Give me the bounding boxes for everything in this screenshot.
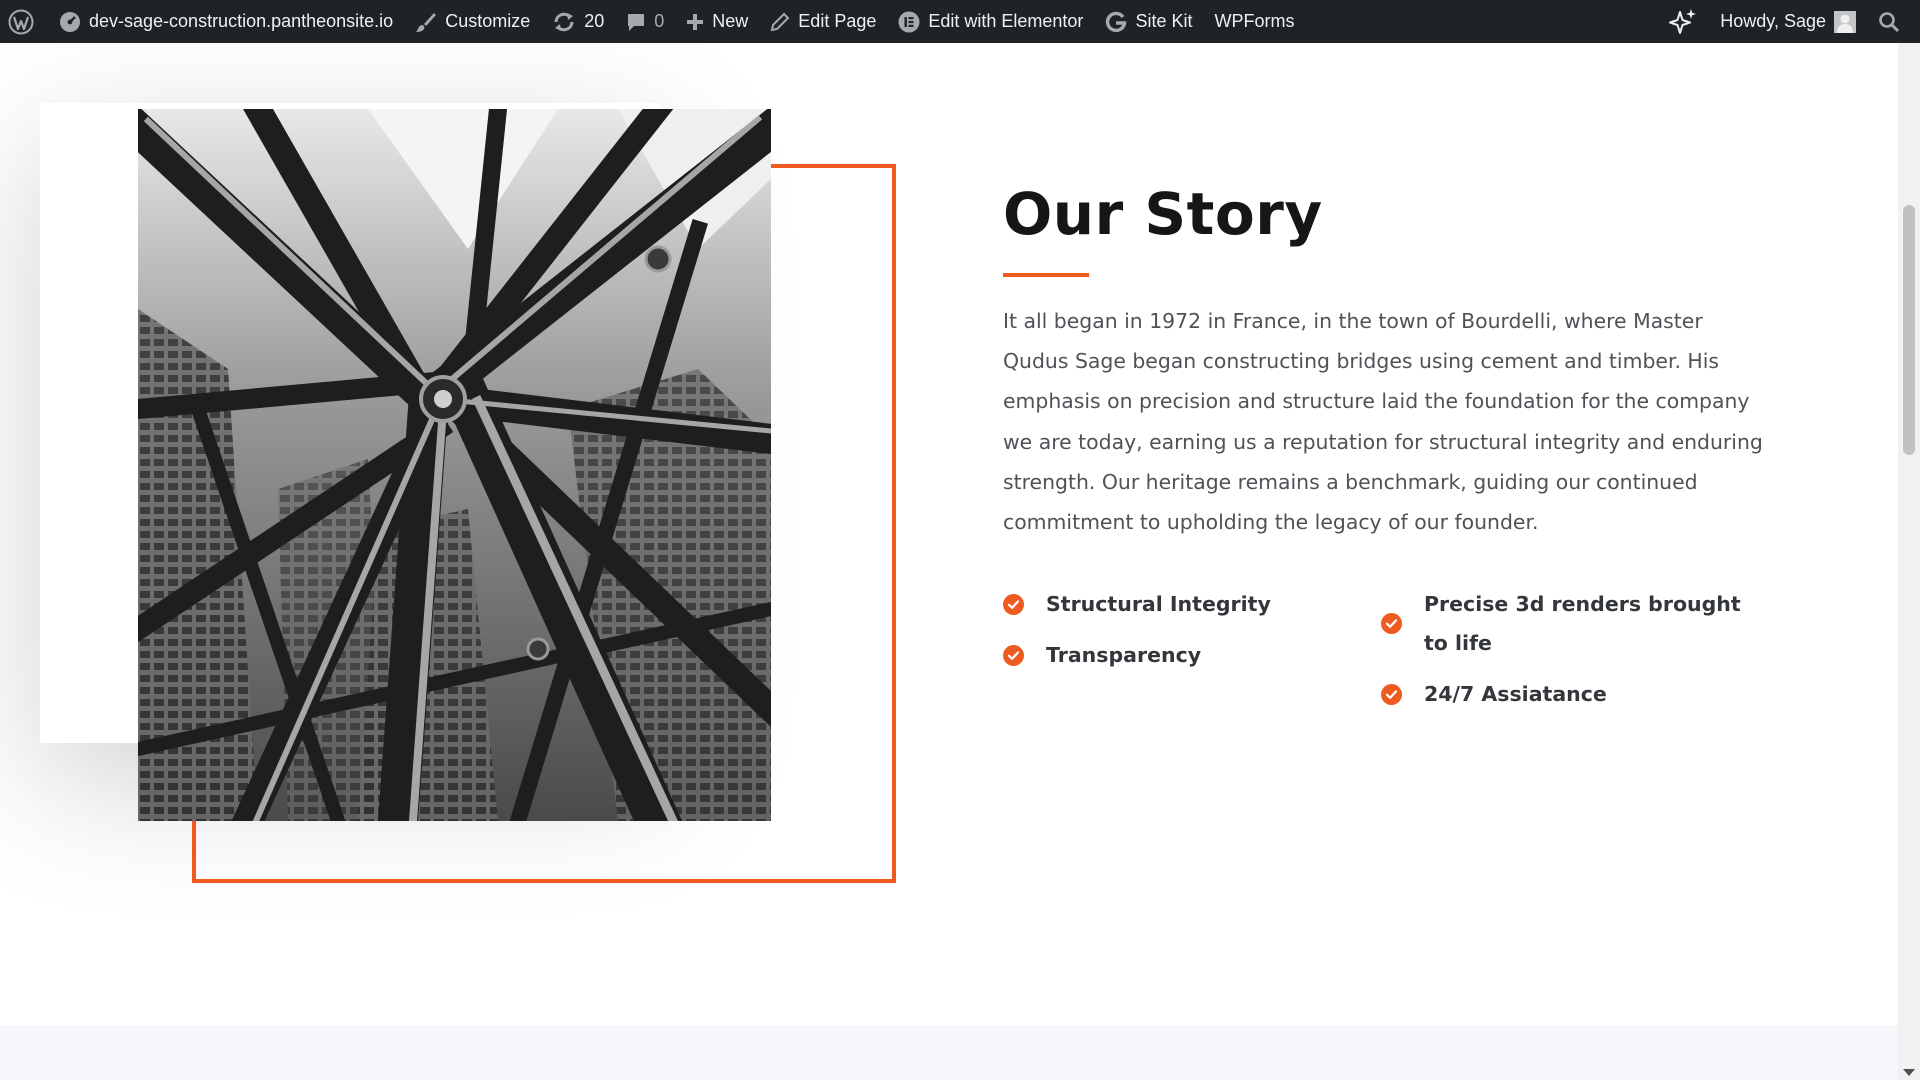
feature-label: Transparency — [1046, 642, 1202, 667]
updates-count: 20 — [584, 11, 605, 31]
site-name-menu[interactable]: dev-sage-construction.pantheonsite.io — [48, 0, 404, 43]
wpforms-label: WPForms — [1214, 11, 1295, 31]
admin-bar-right: Howdy, Sage — [1657, 0, 1920, 43]
next-section-band — [0, 1025, 1898, 1080]
feature-item: Structural Integrity — [1003, 585, 1381, 624]
check-circle-icon — [1381, 683, 1402, 705]
comment-icon — [626, 12, 646, 32]
site-kit-link[interactable]: Site Kit — [1094, 0, 1203, 43]
comments-link[interactable]: 0 — [615, 0, 675, 43]
updates-link[interactable]: 20 — [541, 0, 615, 43]
search-icon — [1878, 11, 1900, 33]
admin-bar: dev-sage-construction.pantheonsite.io Cu… — [0, 0, 1920, 43]
page-content: Our Story It all began in 1972 in France… — [0, 43, 1898, 1080]
site-name: dev-sage-construction.pantheonsite.io — [89, 11, 394, 31]
scroll-down-arrow-icon[interactable] — [1903, 1069, 1915, 1076]
feature-label: Precise 3d renders brought to life — [1424, 591, 1741, 655]
new-label: New — [712, 11, 749, 31]
our-story-section: Our Story It all began in 1972 in France… — [1003, 180, 1763, 726]
wpforms-link[interactable]: WPForms — [1203, 0, 1305, 43]
feature-column-right: Precise 3d renders brought to life 24/7 … — [1381, 585, 1759, 726]
customize-label: Customize — [445, 11, 531, 31]
page-scrollbar[interactable] — [1898, 43, 1920, 1080]
updates-icon — [552, 11, 576, 33]
section-title: Our Story — [1003, 180, 1323, 248]
feature-item: Precise 3d renders brought to life — [1381, 585, 1759, 663]
admin-bar-left: dev-sage-construction.pantheonsite.io Cu… — [0, 0, 1305, 43]
check-circle-icon — [1003, 644, 1024, 666]
howdy-label: Howdy, Sage — [1720, 11, 1826, 31]
check-circle-icon — [1381, 613, 1402, 635]
google-g-icon — [1105, 11, 1127, 33]
dashboard-icon — [59, 11, 81, 33]
plus-icon — [686, 13, 704, 31]
feature-column-left: Structural Integrity Transparency — [1003, 585, 1381, 726]
elementor-icon — [898, 11, 920, 33]
site-kit-label: Site Kit — [1135, 11, 1193, 31]
admin-search-button[interactable] — [1867, 0, 1920, 43]
my-account-menu[interactable]: Howdy, Sage — [1709, 0, 1867, 43]
story-paragraph: It all began in 1972 in France, in the t… — [1003, 308, 1763, 535]
paintbrush-icon — [415, 11, 437, 33]
steel-structure-photo — [138, 109, 771, 821]
pencil-icon — [770, 12, 790, 32]
new-content-menu[interactable]: New — [675, 0, 759, 43]
check-circle-icon — [1003, 593, 1024, 615]
feature-label: 24/7 Assiatance — [1424, 681, 1607, 706]
edit-with-elementor-label: Edit with Elementor — [928, 11, 1084, 31]
edit-page-link[interactable]: Edit Page — [759, 0, 887, 43]
feature-label: Structural Integrity — [1046, 591, 1271, 616]
feature-item: 24/7 Assiatance — [1381, 675, 1759, 714]
sparkle-icon — [1668, 7, 1698, 37]
steel-structure-illustration — [138, 109, 771, 821]
edit-with-elementor-link[interactable]: Edit with Elementor — [887, 0, 1094, 43]
wordpress-logo-menu[interactable] — [0, 0, 48, 43]
comments-count: 0 — [654, 11, 665, 31]
customize-link[interactable]: Customize — [404, 0, 541, 43]
edit-page-label: Edit Page — [798, 11, 877, 31]
wordpress-icon — [8, 9, 34, 35]
title-underline — [1003, 272, 1089, 277]
scrollbar-thumb[interactable] — [1903, 205, 1915, 455]
feature-item: Transparency — [1003, 636, 1381, 675]
feature-list: Structural Integrity Transparency Precis… — [1003, 585, 1763, 726]
ai-sparkle-button[interactable] — [1657, 0, 1709, 43]
avatar — [1834, 10, 1856, 33]
